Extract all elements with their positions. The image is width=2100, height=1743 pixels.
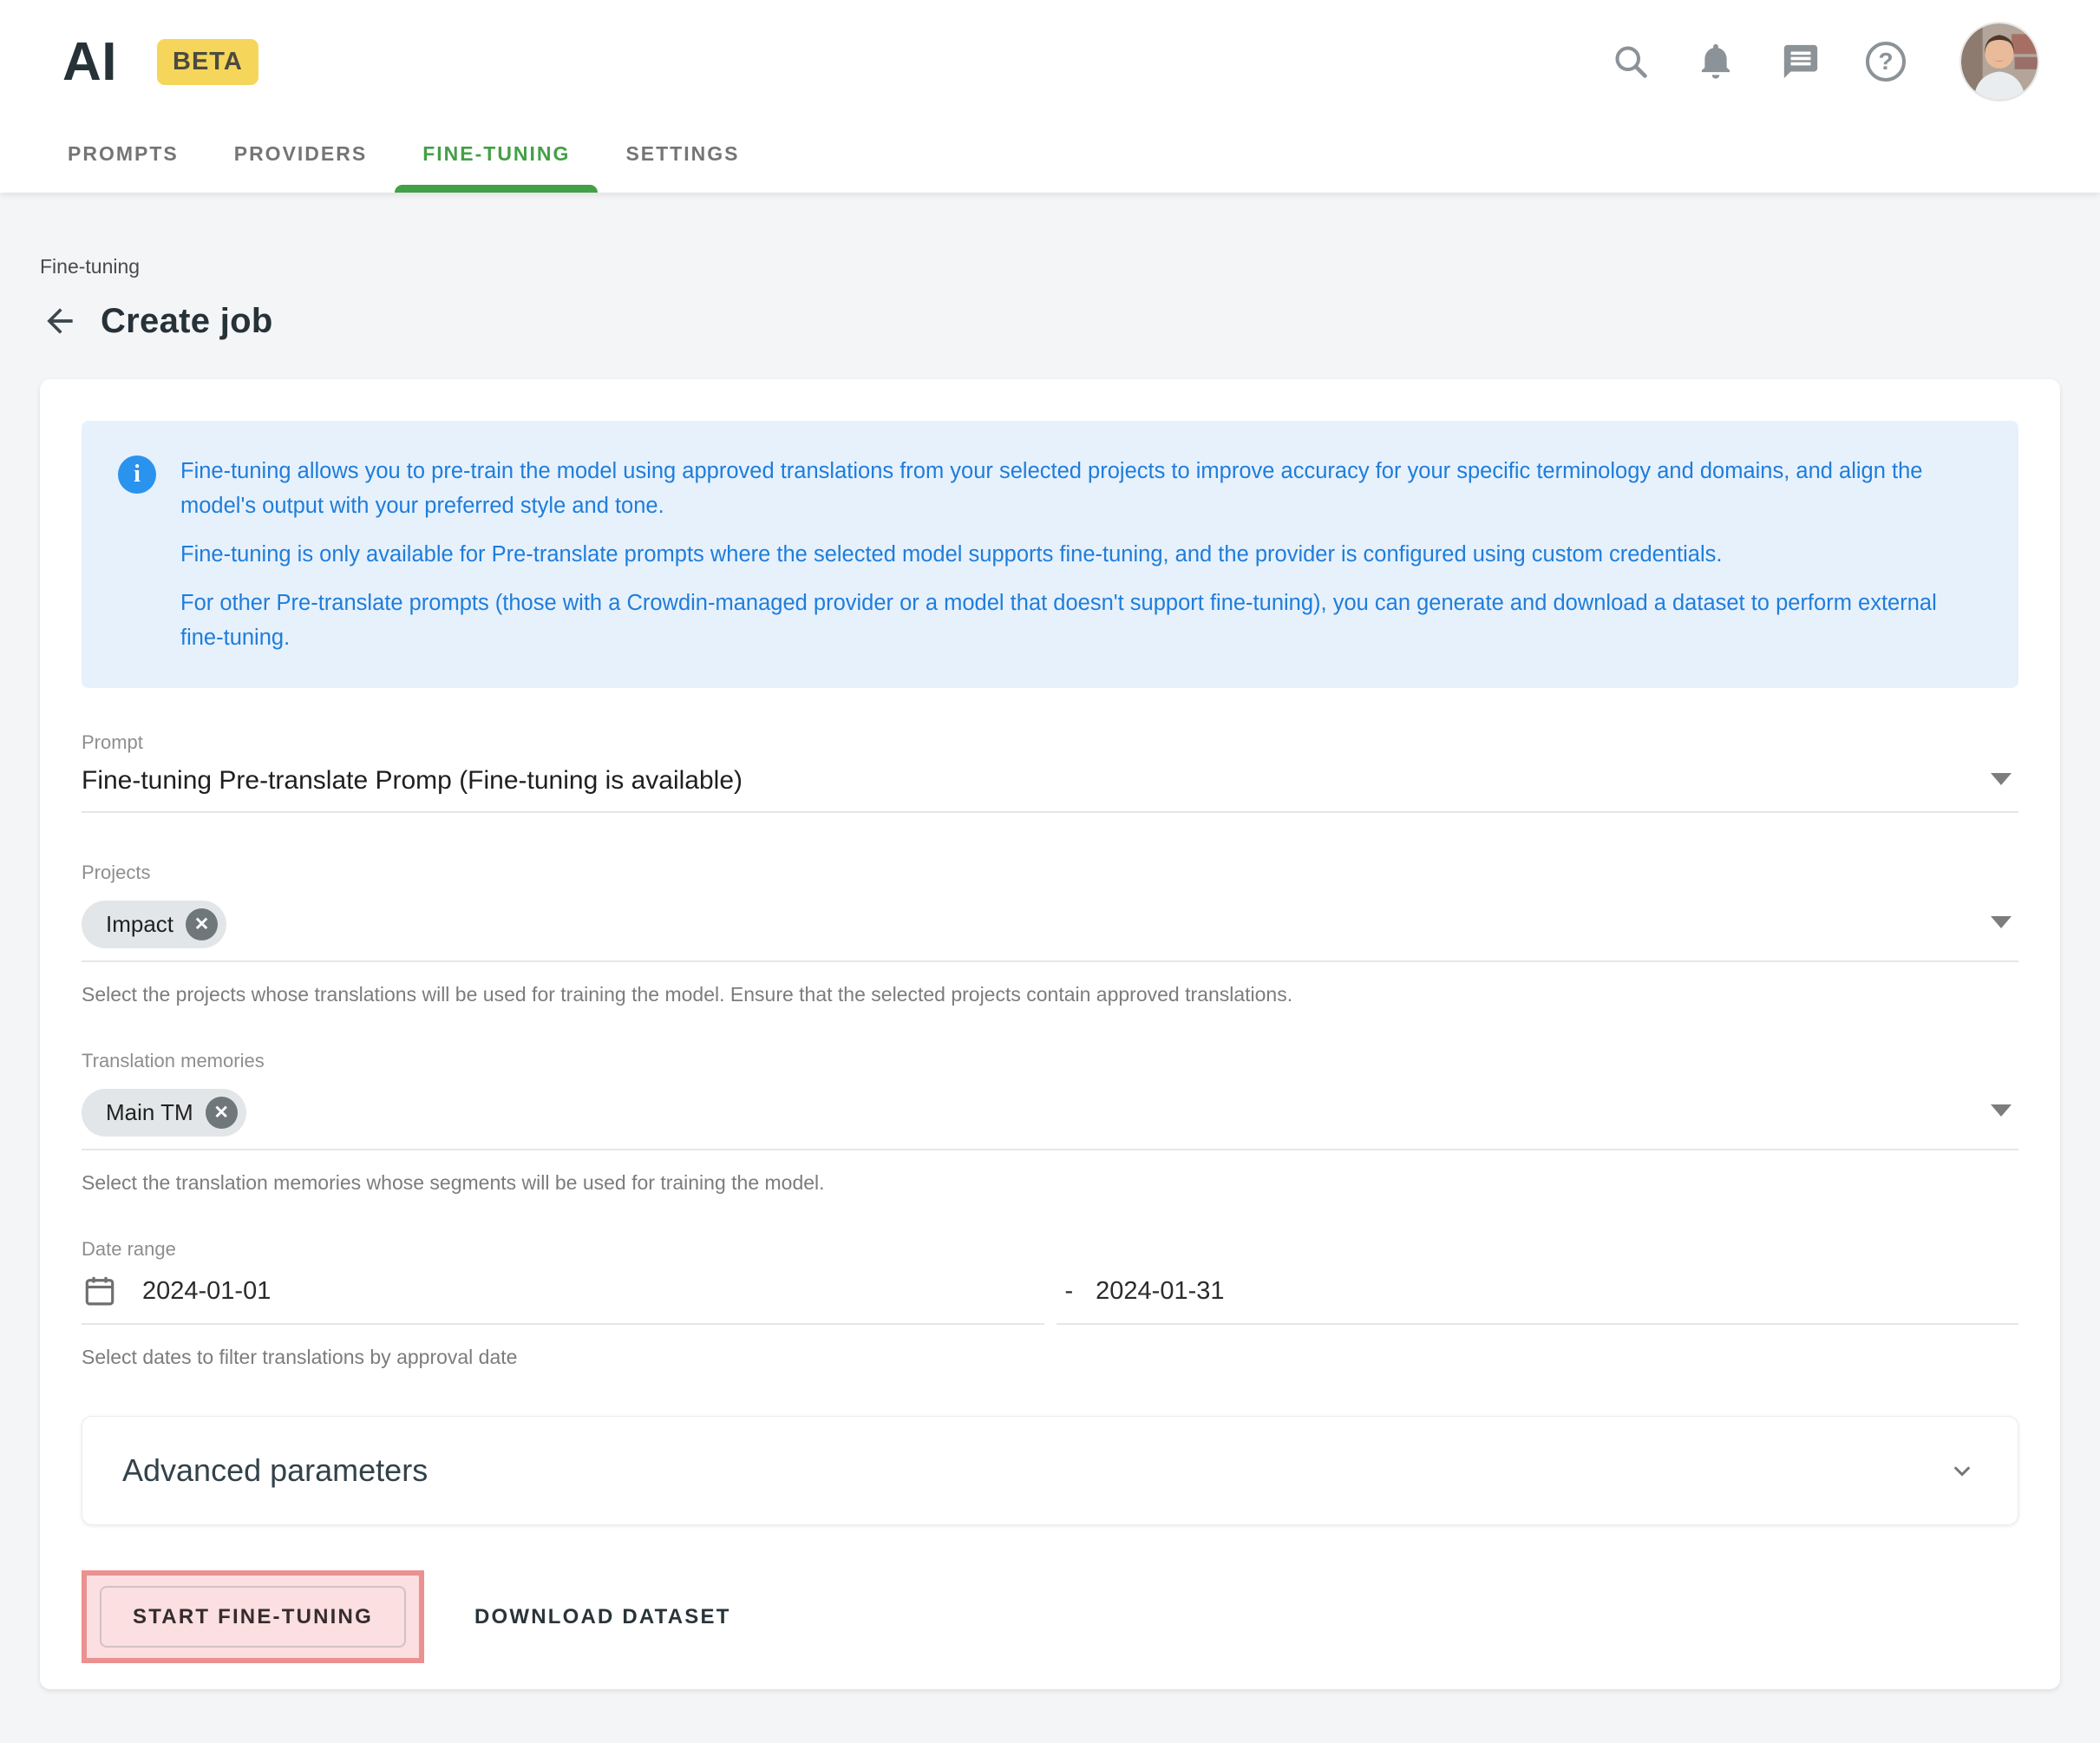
translation-memories-select[interactable]: Main TM ✕	[82, 1084, 2018, 1150]
chevron-down-icon[interactable]	[1991, 1104, 2012, 1117]
help-icon[interactable]: ?	[1866, 42, 1906, 82]
start-fine-tuning-button[interactable]: START FINE-TUNING	[100, 1586, 406, 1648]
remove-chip-icon[interactable]: ✕	[206, 1097, 238, 1129]
click-target-highlight: START FINE-TUNING	[82, 1570, 424, 1663]
create-job-card: i Fine-tuning allows you to pre-train th…	[40, 379, 2060, 1689]
active-tab-indicator	[395, 185, 598, 193]
back-button[interactable]	[40, 301, 80, 341]
tab-settings[interactable]: SETTINGS	[598, 115, 767, 193]
advanced-parameters-panel[interactable]: Advanced parameters	[82, 1416, 2018, 1525]
bell-icon[interactable]	[1696, 42, 1736, 82]
projects-field: Projects Impact ✕ Select the projects wh…	[82, 862, 2018, 1006]
chat-icon[interactable]	[1781, 42, 1821, 82]
date-end-value: 2024-01-31	[1096, 1277, 1224, 1306]
app-logo: AI	[62, 31, 117, 93]
tab-providers[interactable]: PROVIDERS	[206, 115, 395, 193]
date-separator: -	[1065, 1277, 1074, 1306]
chevron-down-icon[interactable]	[1991, 916, 2012, 928]
info-paragraph: Fine-tuning allows you to pre-train the …	[180, 454, 1982, 523]
tm-chip-label: Main TM	[106, 1099, 193, 1126]
translation-memories-field: Translation memories Main TM ✕ Select th…	[82, 1050, 2018, 1195]
tab-bar: PROMPTS PROVIDERS FINE-TUNING SETTINGS	[40, 115, 2100, 193]
project-chip-label: Impact	[106, 911, 173, 938]
avatar[interactable]	[1961, 23, 2038, 100]
chevron-down-icon[interactable]	[1946, 1455, 1978, 1486]
date-start-value: 2024-01-01	[142, 1277, 271, 1306]
projects-label: Projects	[82, 862, 2018, 884]
advanced-parameters-title: Advanced parameters	[122, 1452, 1946, 1489]
info-icon: i	[118, 455, 156, 494]
project-chip: Impact ✕	[82, 901, 226, 948]
info-paragraph: For other Pre-translate prompts (those w…	[180, 586, 1982, 655]
download-dataset-button[interactable]: DOWNLOAD DATASET	[454, 1588, 752, 1647]
beta-badge: BETA	[157, 39, 258, 85]
info-box: i Fine-tuning allows you to pre-train th…	[82, 421, 2018, 688]
chevron-down-icon[interactable]	[1991, 773, 2012, 785]
translation-memories-helper: Select the translation memories whose se…	[82, 1171, 2018, 1195]
calendar-icon[interactable]	[82, 1273, 118, 1309]
main-content: Fine-tuning Create job i Fine-tuning all…	[0, 255, 2100, 1689]
tab-prompts[interactable]: PROMPTS	[40, 115, 206, 193]
app-header: AI BETA ?	[0, 0, 2100, 193]
remove-chip-icon[interactable]: ✕	[186, 908, 218, 940]
tab-fine-tuning[interactable]: FINE-TUNING	[395, 115, 598, 193]
date-range-label: Date range	[82, 1238, 2018, 1261]
info-paragraph: Fine-tuning is only available for Pre-tr…	[180, 537, 1982, 572]
projects-select[interactable]: Impact ✕	[82, 896, 2018, 962]
prompt-label: Prompt	[82, 731, 2018, 754]
date-range-helper: Select dates to filter translations by a…	[82, 1346, 2018, 1369]
translation-memories-label: Translation memories	[82, 1050, 2018, 1072]
prompt-field: Prompt Fine-tuning Pre-translate Promp (…	[82, 731, 2018, 813]
page-title: Create job	[101, 302, 273, 341]
search-icon[interactable]	[1611, 42, 1651, 82]
date-start-input[interactable]: 2024-01-01	[82, 1273, 1044, 1325]
arrow-left-icon	[41, 302, 79, 340]
date-range-field: Date range 2024-01-01 - 2024-01-31 Selec…	[82, 1238, 2018, 1369]
prompt-select[interactable]: Fine-tuning Pre-translate Promp (Fine-tu…	[82, 766, 2018, 813]
tm-chip: Main TM ✕	[82, 1089, 246, 1137]
date-end-input[interactable]: - 2024-01-31	[1057, 1273, 2019, 1325]
projects-helper: Select the projects whose translations w…	[82, 983, 2018, 1006]
breadcrumb[interactable]: Fine-tuning	[40, 255, 2060, 278]
prompt-value: Fine-tuning Pre-translate Promp (Fine-tu…	[82, 766, 1977, 796]
